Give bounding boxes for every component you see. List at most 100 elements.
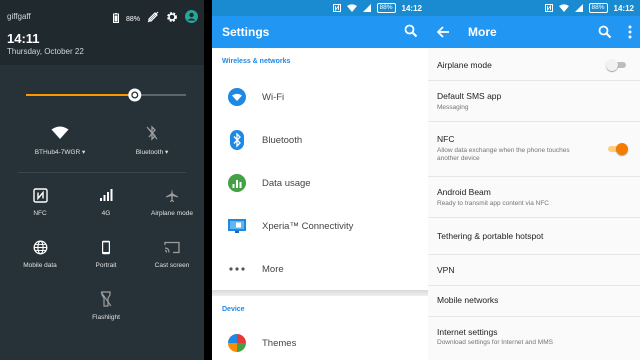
more-row-mobile-networks[interactable]: Mobile networks (428, 286, 640, 316)
row-title: VPN (437, 265, 455, 275)
airplane-mode-toggle[interactable] (606, 59, 628, 71)
overflow-menu-icon[interactable] (628, 25, 632, 44)
bluetooth-icon (212, 130, 262, 150)
nfc-status-icon (544, 0, 553, 17)
phone-portrait-icon (74, 236, 138, 258)
nfc-toggle[interactable] (606, 143, 628, 155)
themes-icon (212, 334, 262, 352)
globe-icon (8, 236, 72, 258)
app-bar: Settings (212, 16, 428, 48)
tile-label: Cast screen (154, 262, 190, 269)
status-clock: 14:12 (613, 3, 634, 13)
settings-item-label: Bluetooth (262, 134, 303, 146)
screen-title: Settings (222, 25, 270, 39)
settings-item-label: Wi-Fi (262, 91, 285, 103)
settings-item-more[interactable]: More (212, 248, 428, 290)
section-header-wireless: Wireless & networks (222, 58, 291, 65)
brightness-sun-icon[interactable] (128, 88, 142, 102)
wifi-status-icon (558, 0, 569, 17)
airplane-icon (140, 184, 204, 206)
nfc-status-icon (332, 0, 341, 17)
flashlight-icon (74, 288, 138, 310)
settings-item-bluetooth[interactable]: Bluetooth (212, 119, 428, 161)
status-clock: 14:12 (401, 3, 422, 13)
settings-item-label: Xperia™ Connectivity (262, 220, 354, 232)
battery-icon (112, 10, 119, 28)
quick-settings-header: giffgaff 88% 14:11 Thursday, October 22 (0, 0, 204, 65)
row-title: Tethering & portable hotspot (437, 231, 544, 241)
tile-label: Airplane mode (151, 210, 193, 217)
settings-item-label: More (262, 263, 284, 275)
more-row-internet-settings[interactable]: Internet settings Download settings for … (428, 317, 640, 360)
nfc-icon (8, 184, 72, 206)
tile-mobile-signal[interactable]: 4G (74, 184, 138, 217)
status-bar: 88% 14:12 (428, 0, 640, 16)
tile-label: Portrait (95, 262, 117, 269)
back-arrow-icon[interactable] (436, 25, 450, 44)
row-subtitle: Messaging (437, 104, 469, 111)
tile-flashlight[interactable]: Flashlight (74, 288, 138, 321)
toggle-thumb (616, 143, 628, 155)
screenshot-composite: giffgaff 88% 14:11 Thursday, October 22 (0, 0, 640, 360)
tile-label: Flashlight (92, 314, 120, 321)
more-row-tethering-hotspot[interactable]: Tethering & portable hotspot (428, 218, 640, 254)
brightness-slider[interactable] (0, 80, 204, 110)
search-icon[interactable] (404, 24, 418, 43)
row-subtitle: Download settings for Internet and MMS (437, 339, 553, 346)
app-bar: More (428, 16, 640, 48)
header-status-icons: 88% (112, 10, 198, 28)
wifi-status-icon (346, 0, 357, 17)
tile-divider (18, 172, 186, 173)
settings-screen: 88% 14:12 Settings Wireless & networks W… (212, 0, 428, 360)
wifi-icon (212, 88, 262, 106)
search-icon[interactable] (598, 25, 612, 44)
settings-item-data-usage[interactable]: Data usage (212, 162, 428, 204)
tile-airplane-mode[interactable]: Airplane mode (140, 184, 204, 217)
signal-bars-icon (74, 184, 138, 206)
tile-label: NFC (33, 210, 47, 217)
cast-icon (140, 236, 204, 258)
tile-auto-rotate[interactable]: Portrait (74, 236, 138, 269)
row-title: Airplane mode (437, 60, 492, 70)
tile-label: BTHub4-7WGR (34, 149, 81, 156)
row-title: Android Beam (437, 187, 491, 197)
edit-icon[interactable] (147, 10, 159, 28)
chevron-down-icon: ▾ (82, 149, 86, 156)
row-subtitle: Ready to transmit app content via NFC (437, 200, 549, 207)
more-row-airplane-mode[interactable]: Airplane mode (428, 48, 640, 80)
more-row-default-sms-app[interactable]: Default SMS app Messaging (428, 81, 640, 121)
tile-label: 4G (101, 210, 111, 217)
wifi-icon (28, 122, 92, 144)
quick-settings-panel: giffgaff 88% 14:11 Thursday, October 22 (0, 0, 204, 360)
more-row-vpn[interactable]: VPN (428, 255, 640, 285)
status-bar: 88% 14:12 (212, 0, 428, 16)
tile-wifi[interactable]: BTHub4-7WGR ▾ (28, 122, 92, 156)
tile-mobile-data[interactable]: Mobile data (8, 236, 72, 269)
battery-status: 88% (588, 3, 608, 13)
battery-percent: 88% (125, 15, 140, 23)
signal-status-icon (574, 0, 583, 17)
section-header-device: Device (222, 306, 245, 313)
user-avatar-icon[interactable] (185, 10, 198, 28)
battery-status: 88% (376, 3, 396, 13)
more-row-nfc[interactable]: NFC Allow data exchange when the phone t… (428, 122, 640, 176)
toggle-thumb (606, 59, 618, 71)
row-title: Internet settings (437, 327, 498, 337)
more-dots-icon (212, 267, 262, 271)
bluetooth-off-icon (120, 122, 184, 144)
xperia-connectivity-icon (212, 218, 262, 234)
settings-item-xperia-connectivity[interactable]: Xperia™ Connectivity (212, 205, 428, 247)
more-row-android-beam[interactable]: Android Beam Ready to transmit app conte… (428, 177, 640, 217)
row-title: Default SMS app (437, 91, 502, 101)
tile-cast-screen[interactable]: Cast screen (140, 236, 204, 269)
chevron-down-icon: ▾ (165, 149, 169, 156)
settings-item-wifi[interactable]: Wi-Fi (212, 76, 428, 118)
tile-bluetooth[interactable]: Bluetooth ▾ (120, 122, 184, 156)
screen-title: More (468, 25, 497, 39)
settings-item-themes[interactable]: Themes (212, 322, 428, 360)
carrier-name: giffgaff (7, 12, 31, 21)
gear-icon[interactable] (166, 10, 178, 28)
settings-item-label: Data usage (262, 177, 311, 189)
row-subtitle: Allow data exchange when the phone touch… (437, 147, 570, 162)
tile-nfc[interactable]: NFC (8, 184, 72, 217)
